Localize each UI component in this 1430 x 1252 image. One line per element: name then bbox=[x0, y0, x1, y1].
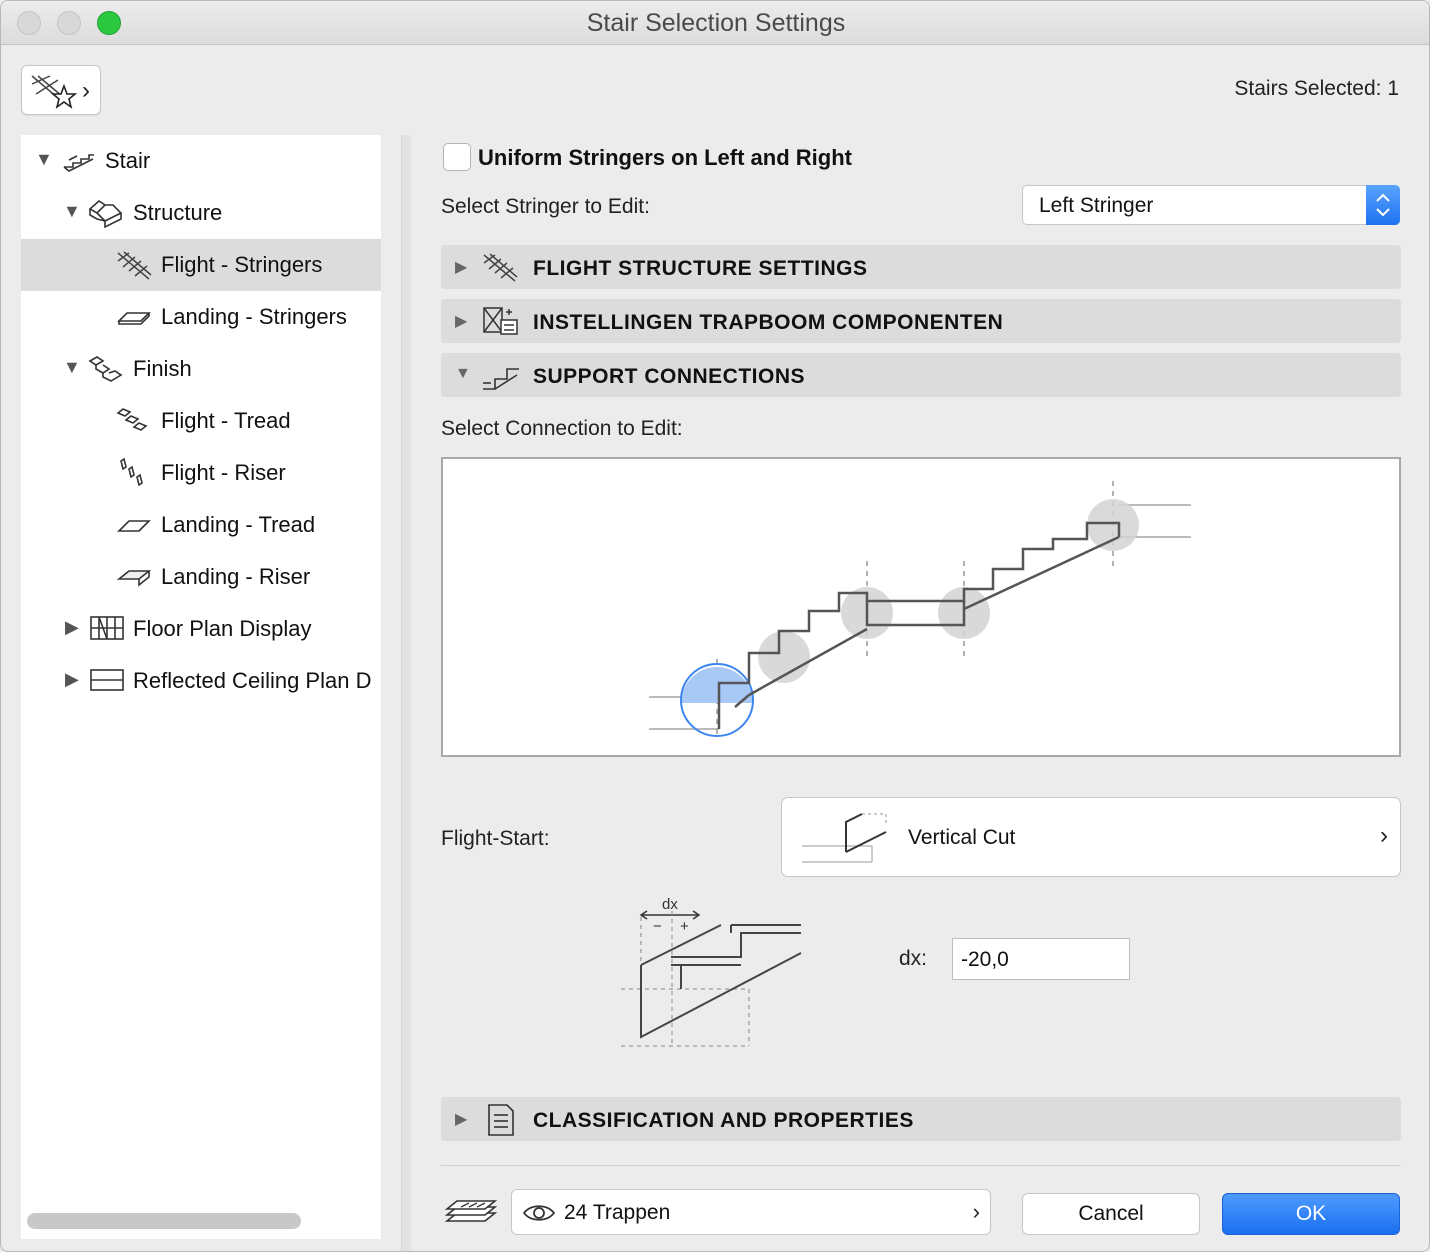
flight-tread-icon bbox=[116, 408, 148, 431]
landing-tread-icon bbox=[117, 520, 151, 532]
tree-item-label: Flight - Riser bbox=[161, 460, 286, 485]
disclosure-right-icon[interactable]: ▶ bbox=[65, 617, 79, 638]
section-instellingen-trapboom-componenten[interactable]: ▶ INSTELLINGEN TRAPBOOM COMPONENTEN bbox=[441, 299, 1401, 343]
chevron-right-icon: › bbox=[82, 77, 90, 104]
section-label: SUPPORT CONNECTIONS bbox=[533, 365, 806, 388]
select-stringer-label: Select Stringer to Edit: bbox=[441, 195, 650, 218]
stringer-select[interactable]: Left Stringer bbox=[1022, 185, 1400, 225]
window-title: Stair Selection Settings bbox=[586, 9, 846, 37]
disclosure-right-icon: ▶ bbox=[455, 1111, 468, 1128]
tree-horizontal-scrollbar[interactable] bbox=[27, 1213, 301, 1229]
layers-icon bbox=[444, 1200, 498, 1222]
section-classification-and-properties[interactable]: ▶ CLASSIFICATION AND PROPERTIES bbox=[441, 1097, 1401, 1141]
tree-item-flight-stringers[interactable]: Flight - Stringers bbox=[21, 239, 381, 291]
select-connection-label: Select Connection to Edit: bbox=[441, 417, 683, 440]
title-bar[interactable]: Stair Selection Settings bbox=[1, 1, 1429, 45]
landing-stringers-icon bbox=[117, 312, 151, 325]
tree-item-structure[interactable]: ▼ Structure bbox=[21, 187, 381, 239]
section-label: INSTELLINGEN TRAPBOOM COMPONENTEN bbox=[533, 311, 1004, 334]
connection-selector-canvas[interactable] bbox=[441, 457, 1401, 757]
tree-item-label: Stair bbox=[105, 148, 151, 173]
eye-icon bbox=[522, 1205, 556, 1221]
dx-label: dx: bbox=[899, 947, 928, 970]
tree-item-label: Landing - Tread bbox=[161, 512, 316, 537]
layer-select-value: 24 Trappen bbox=[564, 1201, 671, 1224]
disclosure-down-icon[interactable]: ▼ bbox=[63, 357, 81, 378]
components-icon bbox=[483, 307, 518, 335]
tree-item-reflected-ceiling-plan[interactable]: ▶ Reflected Ceiling Plan D bbox=[21, 655, 381, 707]
select-stepper-icon bbox=[1366, 185, 1400, 225]
tree-item-landing-tread[interactable]: Landing - Tread bbox=[21, 499, 381, 551]
ok-button[interactable]: OK bbox=[1222, 1193, 1400, 1235]
tree-item-label: Reflected Ceiling Plan D bbox=[133, 668, 372, 693]
flight-start-connection-button[interactable]: Vertical Cut › bbox=[781, 797, 1401, 877]
disclosure-down-icon: ▼ bbox=[455, 365, 471, 382]
flight-stringers-icon bbox=[117, 251, 152, 280]
favorites-star-icon bbox=[31, 75, 78, 109]
panel-splitter[interactable] bbox=[401, 135, 411, 1251]
disclosure-down-icon[interactable]: ▼ bbox=[63, 201, 81, 222]
favorites-button[interactable]: › bbox=[21, 65, 101, 115]
tree-item-label: Flight - Tread bbox=[161, 408, 291, 433]
dx-plus-label: + bbox=[680, 918, 689, 935]
tree-item-label: Finish bbox=[133, 356, 192, 381]
dx-offset-icon: dx − + bbox=[621, 896, 802, 1047]
stair-connection-diagram bbox=[649, 481, 1191, 737]
landing-riser-icon bbox=[116, 570, 152, 587]
footer-divider bbox=[441, 1165, 1401, 1166]
document-icon bbox=[488, 1104, 514, 1136]
tree-item-label: Floor Plan Display bbox=[133, 616, 312, 641]
support-connections-icon bbox=[483, 368, 519, 390]
tree-item-label: Landing - Stringers bbox=[161, 304, 347, 329]
flight-start-value: Vertical Cut bbox=[908, 826, 1016, 849]
disclosure-right-icon: ▶ bbox=[455, 259, 468, 276]
flight-structure-icon bbox=[483, 253, 518, 282]
connection-point-group[interactable] bbox=[758, 499, 1139, 683]
disclosure-right-icon[interactable]: ▶ bbox=[65, 669, 79, 690]
tree-item-label: Structure bbox=[133, 200, 223, 225]
finish-icon bbox=[88, 356, 123, 382]
section-support-connections[interactable]: ▼ SUPPORT CONNECTIONS bbox=[441, 353, 1401, 397]
tree-item-stair[interactable]: ▼ Stair bbox=[21, 135, 381, 187]
tree-item-flight-riser[interactable]: Flight - Riser bbox=[21, 447, 381, 499]
layer-select-button[interactable]: 24 Trappen › bbox=[511, 1189, 991, 1235]
disclosure-down-icon[interactable]: ▼ bbox=[35, 149, 53, 170]
uniform-stringers-label: Uniform Stringers on Left and Right bbox=[478, 145, 852, 170]
stringer-select-value: Left Stringer bbox=[1039, 194, 1154, 217]
dx-input[interactable]: -20,0 bbox=[952, 938, 1130, 980]
uniform-stringers-checkbox[interactable] bbox=[443, 143, 471, 171]
ceiling-plan-icon bbox=[90, 669, 124, 691]
stair-icon bbox=[63, 154, 94, 172]
tree-item-label: Flight - Stringers bbox=[161, 252, 323, 277]
tree-item-finish[interactable]: ▼ Finish bbox=[21, 343, 381, 395]
disclosure-right-icon: ▶ bbox=[455, 313, 468, 330]
section-label: CLASSIFICATION AND PROPERTIES bbox=[533, 1109, 914, 1132]
stair-selection-settings-window: Stair Selection Settings › Stairs Select… bbox=[0, 0, 1430, 1252]
tree-item-floor-plan-display[interactable]: ▶ Floor Plan Display bbox=[21, 603, 381, 655]
flight-riser-icon bbox=[120, 457, 143, 487]
dx-diagram-label: dx bbox=[662, 896, 678, 913]
dx-offset-diagram: dx − + bbox=[611, 891, 811, 1056]
flight-start-label: Flight-Start: bbox=[441, 827, 550, 850]
settings-tree: ▼ Stair ▼ Structure Flight - Stringers L… bbox=[21, 135, 381, 1239]
tree-item-landing-riser[interactable]: Landing - Riser bbox=[21, 551, 381, 603]
chevron-right-icon: › bbox=[1380, 822, 1388, 849]
tree-item-flight-tread[interactable]: Flight - Tread bbox=[21, 395, 381, 447]
section-flight-structure-settings[interactable]: ▶ FLIGHT STRUCTURE SETTINGS bbox=[441, 245, 1401, 289]
tree-item-label: Landing - Riser bbox=[161, 564, 311, 589]
dx-minus-label: − bbox=[653, 918, 662, 935]
cancel-button[interactable]: Cancel bbox=[1022, 1193, 1200, 1235]
vertical-cut-icon bbox=[802, 813, 887, 863]
section-label: FLIGHT STRUCTURE SETTINGS bbox=[533, 257, 868, 280]
stairs-selected-count: Stairs Selected: 1 bbox=[1234, 77, 1399, 100]
structure-icon bbox=[88, 199, 123, 229]
connection-point-flight-end[interactable] bbox=[1087, 499, 1139, 551]
chevron-right-icon: › bbox=[972, 1199, 980, 1224]
tree-item-landing-stringers[interactable]: Landing - Stringers bbox=[21, 291, 381, 343]
floor-plan-icon bbox=[90, 616, 124, 640]
dx-input-value: -20,0 bbox=[961, 948, 1009, 971]
